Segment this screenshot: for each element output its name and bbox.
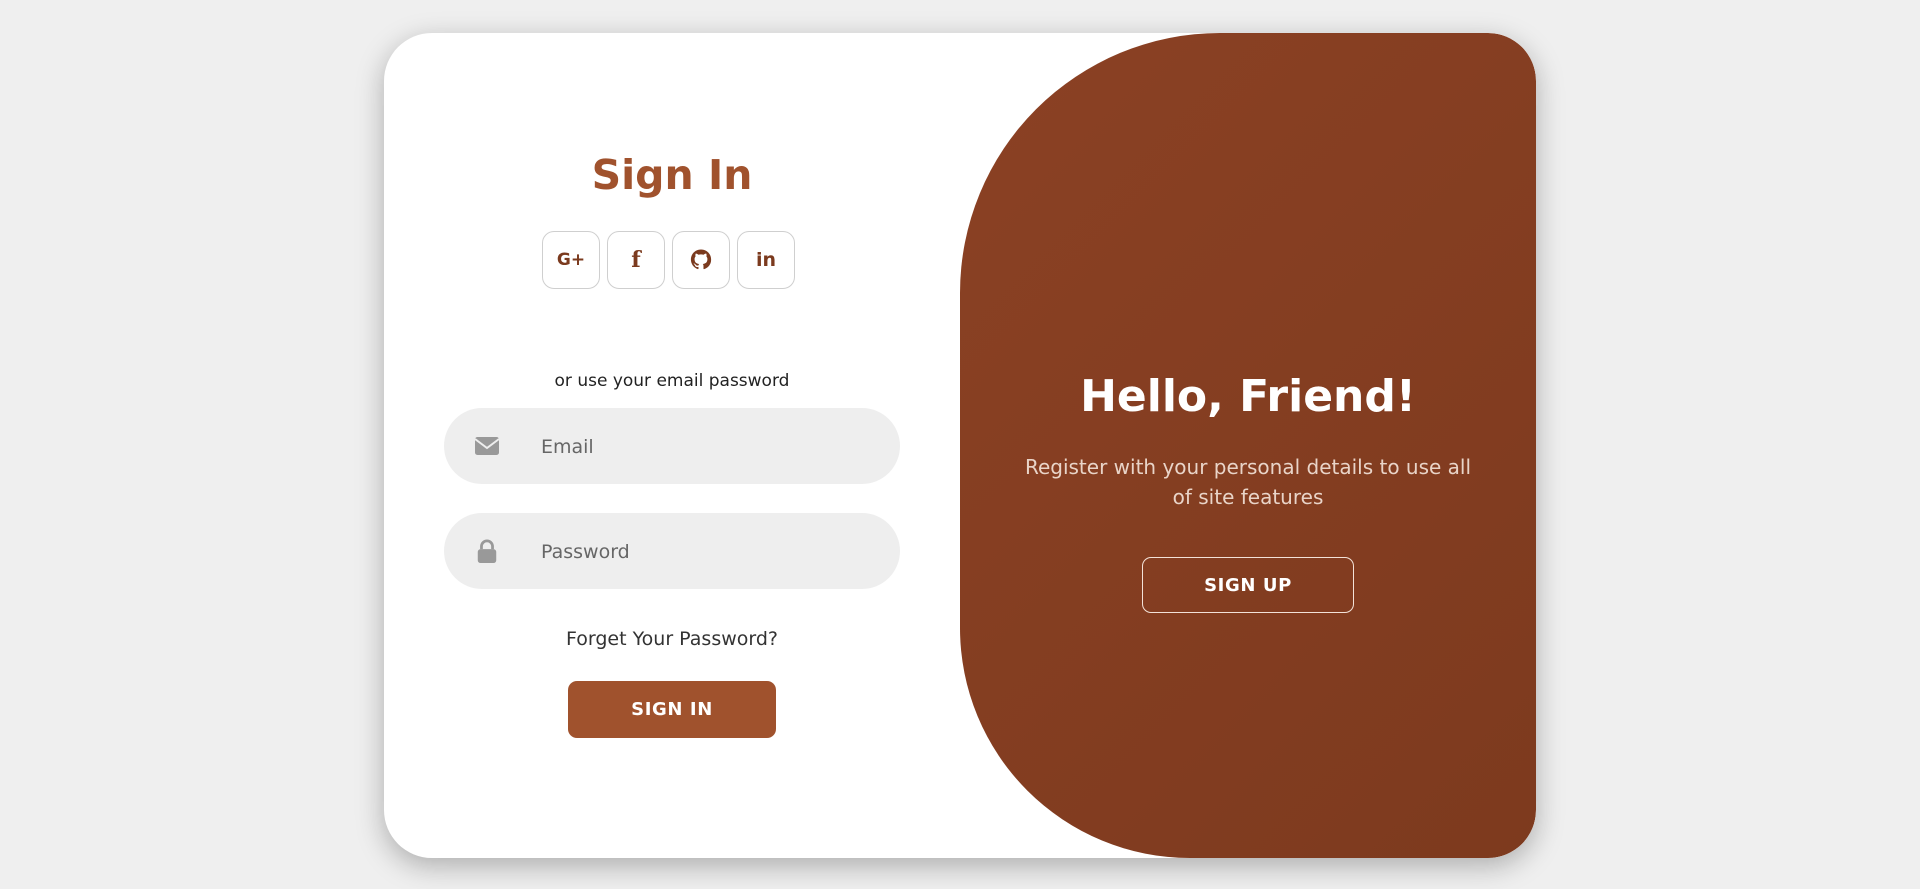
email-field[interactable] [444,408,900,486]
google-plus-icon: G+ [556,250,586,270]
forgot-password-link[interactable]: Forget Your Password? [384,628,960,650]
password-field[interactable] [444,513,900,591]
signin-title: Sign In [591,151,753,199]
signin-button[interactable]: SIGN IN [568,681,776,738]
github-icon [690,249,712,270]
facebook-icon: f [631,247,641,273]
linkedin-icon: in [755,249,777,271]
alt-signin-text: or use your email password [554,371,790,391]
signup-panel: Hello, Friend! Register with your person… [960,33,1536,858]
auth-card: Sign In G+ f in or use your email passwo… [384,33,1536,858]
linkedin-button[interactable]: in [737,231,795,289]
social-login-buttons: G+ f in [542,231,804,291]
facebook-button[interactable]: f [607,231,665,289]
panel-title: Hello, Friend! [1080,371,1416,422]
panel-description: Register with your personal details to u… [1024,455,1472,509]
lock-icon [477,539,497,563]
email-input[interactable] [539,408,883,486]
envelope-icon [474,437,500,455]
signin-panel: Sign In G+ f in or use your email passwo… [384,33,960,858]
password-input[interactable] [539,513,883,591]
google-plus-button[interactable]: G+ [542,231,600,289]
github-button[interactable] [672,231,730,289]
signup-button[interactable]: SIGN UP [1142,557,1354,613]
